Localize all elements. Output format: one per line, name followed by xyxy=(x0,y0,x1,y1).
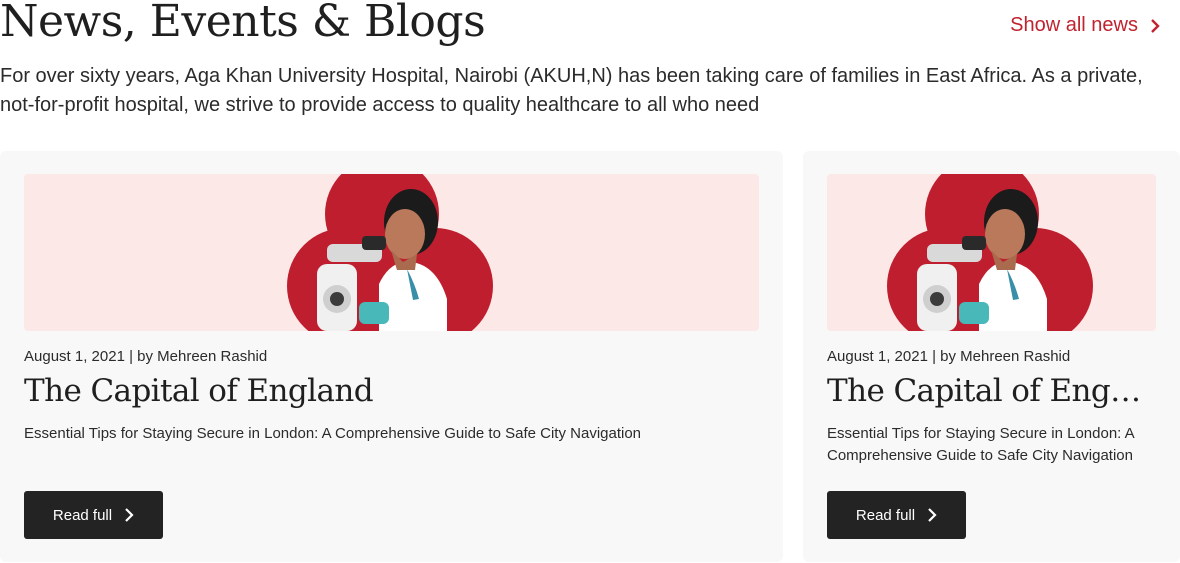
show-all-news-label: Show all news xyxy=(1010,14,1138,36)
scientist-microscope-image xyxy=(286,174,493,331)
news-card-image[interactable] xyxy=(24,174,759,331)
news-card-image[interactable] xyxy=(827,174,1156,331)
news-card-excerpt: Essential Tips for Staying Secure in Lon… xyxy=(24,425,642,442)
news-card-title[interactable]: The Capital of England xyxy=(24,373,759,409)
news-card-excerpt: Essential Tips for Staying Secure in Lon… xyxy=(827,425,1134,464)
scientist-microscope-image xyxy=(886,174,1093,331)
page-title: News, Events & Blogs xyxy=(0,0,486,47)
chevron-right-icon xyxy=(1151,18,1160,33)
chevron-right-icon xyxy=(125,508,134,522)
news-card-meta: August 1, 2021 | by Mehreen Rashid xyxy=(24,348,268,365)
read-full-button[interactable]: Read full xyxy=(24,491,163,539)
chevron-right-icon xyxy=(928,508,937,522)
news-card: August 1, 2021 | by Mehreen Rashid The C… xyxy=(0,151,783,562)
read-full-label: Read full xyxy=(52,506,113,524)
read-full-label: Read full xyxy=(855,506,916,524)
show-all-news-link[interactable]: Show all news xyxy=(1010,14,1162,37)
news-card-title[interactable]: The Capital of England xyxy=(827,373,1147,409)
news-card-meta: August 1, 2021 | by Mehreen Rashid xyxy=(827,348,1071,365)
read-full-button[interactable]: Read full xyxy=(827,491,966,539)
intro-text: For over sixty years, Aga Khan Universit… xyxy=(0,65,1143,116)
news-card: August 1, 2021 | by Mehreen Rashid The C… xyxy=(803,151,1180,562)
